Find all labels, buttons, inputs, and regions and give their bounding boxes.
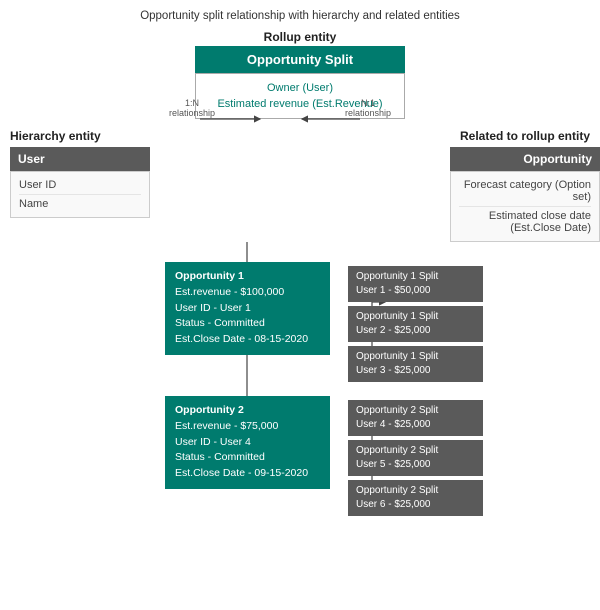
page-title: Opportunity split relationship with hier…: [10, 10, 590, 22]
related-label: Related to rollup entity: [450, 129, 590, 143]
splits-group-1: Opportunity 1 Split User 1 - $50,000 Opp…: [348, 266, 483, 382]
hierarchy-column: Hierarchy entity User User ID Name: [10, 129, 150, 242]
rollup-box: Opportunity Split: [195, 46, 405, 73]
split-1-3: Opportunity 1 Split User 3 - $25,000: [348, 346, 483, 382]
svg-text:N:1: N:1: [361, 98, 375, 108]
svg-text:1:N: 1:N: [185, 98, 199, 108]
hierarchy-fields: User ID Name: [10, 171, 150, 218]
rollup-section-label: Rollup entity: [10, 30, 590, 44]
opportunity-2-box: Opportunity 2 Est.revenue - $75,000 User…: [165, 396, 330, 489]
split-2-2: Opportunity 2 Split User 5 - $25,000: [348, 440, 483, 476]
related-fields: Forecast category (Option set) Estimated…: [450, 171, 600, 242]
opp2-line0: Opportunity 2: [175, 403, 320, 419]
page-container: Opportunity split relationship with hier…: [0, 0, 600, 610]
related-header: Opportunity: [450, 147, 600, 171]
related-field-0: Forecast category (Option set): [459, 176, 591, 207]
split-2-3: Opportunity 2 Split User 6 - $25,000: [348, 480, 483, 516]
opp1-line0: Opportunity 1: [175, 269, 320, 285]
opportunity-1-box: Opportunity 1 Est.revenue - $100,000 Use…: [165, 262, 330, 355]
split-2-1: Opportunity 2 Split User 4 - $25,000: [348, 400, 483, 436]
opp1-line4: Est.Close Date - 08-15-2020: [175, 332, 320, 348]
split-1-2: Opportunity 1 Split User 2 - $25,000: [348, 306, 483, 342]
splits-group-2: Opportunity 2 Split User 4 - $25,000 Opp…: [348, 400, 483, 516]
hierarchy-field-0: User ID: [19, 176, 141, 195]
connector-svg-top: 1:N relationship N:1 relationship: [120, 74, 440, 134]
opp2-line2: User ID - User 4: [175, 435, 320, 451]
opp1-line2: User ID - User 1: [175, 301, 320, 317]
opp2-line4: Est.Close Date - 09-15-2020: [175, 466, 320, 482]
opp2-line1: Est.revenue - $75,000: [175, 419, 320, 435]
hierarchy-header: User: [10, 147, 150, 171]
hierarchy-field-1: Name: [19, 195, 141, 213]
related-field-1: Estimated close date (Est.Close Date): [459, 207, 591, 237]
related-column: Related to rollup entity Opportunity For…: [450, 129, 590, 242]
svg-text:relationship: relationship: [345, 108, 391, 118]
opp1-line3: Status - Committed: [175, 316, 320, 332]
opp1-line1: Est.revenue - $100,000: [175, 285, 320, 301]
opp2-line3: Status - Committed: [175, 450, 320, 466]
svg-text:relationship: relationship: [169, 108, 215, 118]
split-1-1: Opportunity 1 Split User 1 - $50,000: [348, 266, 483, 302]
